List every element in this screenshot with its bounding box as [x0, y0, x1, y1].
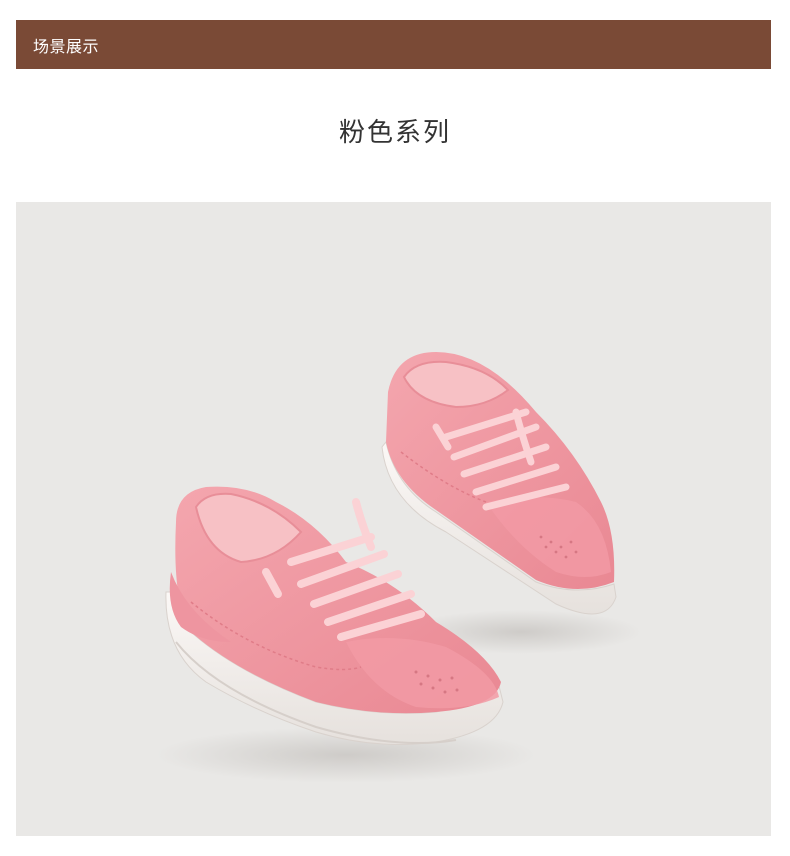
section-header-bar: 场景展示 — [16, 20, 771, 69]
series-title: 粉色系列 — [338, 118, 451, 148]
back-sneaker — [381, 352, 617, 615]
section-header-label: 场景展示 — [33, 36, 100, 56]
sneakers-illustration — [156, 352, 641, 783]
product-photo — [16, 202, 771, 836]
